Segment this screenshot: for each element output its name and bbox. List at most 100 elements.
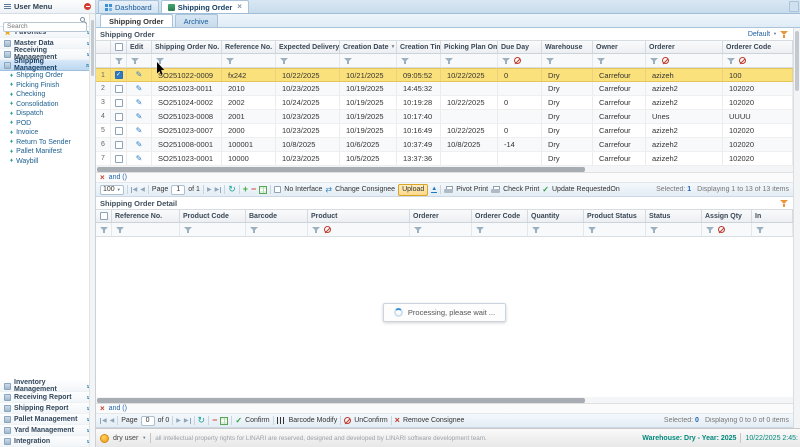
cell-shipping-order-no[interactable]: SO251023-0007 (152, 124, 222, 137)
cell-orderer[interactable]: azizeh2 (646, 138, 723, 151)
filter-cell[interactable] (584, 223, 646, 236)
col-shipping-order-no[interactable]: Shipping Order No. (152, 41, 222, 53)
cell-orderer[interactable]: azizeh2 (646, 152, 723, 165)
col-orderer[interactable]: Orderer (410, 210, 472, 222)
grid-icon[interactable] (220, 416, 229, 425)
table-row[interactable]: 1 ✎ SO251022-0009 fx242 10/22/2025 10/21… (96, 68, 793, 82)
cell-shipping-order-no[interactable]: SO251024-0002 (152, 96, 222, 109)
filter-funnel-icon[interactable] (588, 226, 597, 234)
cell-due-day[interactable] (498, 152, 542, 165)
row-select-cell[interactable] (111, 110, 127, 123)
check-print-button[interactable]: Check Print (503, 186, 539, 193)
cell-creation-time[interactable]: 10:17:40 (397, 110, 441, 123)
cell-shipping-order-no[interactable]: SO251023-0008 (152, 110, 222, 123)
cell-shipping-order-no[interactable]: SO251023-0001 (152, 152, 222, 165)
col-in[interactable]: In (752, 210, 793, 222)
filter-cell[interactable] (498, 54, 542, 67)
cell-due-day[interactable]: 0 (498, 96, 542, 109)
detail-horizontal-scrollbar[interactable] (96, 397, 793, 404)
scrollbar-thumb[interactable] (97, 398, 585, 403)
cell-warehouse[interactable]: Dry (542, 138, 593, 151)
cell-owner[interactable]: Carrefour (593, 138, 646, 151)
sidebar-item[interactable]: ♦ POD (0, 119, 95, 129)
cell-warehouse[interactable]: Dry (542, 96, 593, 109)
cell-creation-date[interactable]: 10/21/2025 (340, 69, 397, 81)
table-row[interactable]: 5 ✎ SO251023-0007 2000 10/23/2025 10/19/… (96, 124, 793, 138)
cell-picking-plan-on[interactable] (441, 110, 498, 123)
col-warehouse[interactable]: Warehouse (542, 41, 593, 53)
no-interface-label[interactable]: No Interface (284, 186, 322, 193)
cell-creation-date[interactable]: 10/19/2025 (340, 110, 397, 123)
cell-reference-no[interactable]: 10000 (222, 152, 276, 165)
filter-funnel-icon[interactable] (650, 226, 659, 234)
grid-icon[interactable] (259, 185, 268, 194)
subtab-archive[interactable]: Archive (174, 14, 218, 27)
row-checkbox[interactable] (114, 140, 123, 149)
tab-shipping-order[interactable]: Shipping Order × (160, 0, 249, 13)
cell-warehouse[interactable]: Dry (542, 69, 593, 81)
main-vertical-scrollbar[interactable] (793, 28, 800, 428)
filter-cell[interactable] (152, 54, 222, 67)
prev-page-button[interactable]: ◀ (140, 187, 145, 193)
filter-cell[interactable] (528, 223, 584, 236)
col-owner[interactable]: Owner (593, 41, 646, 53)
cell-creation-time[interactable]: 10:19:28 (397, 96, 441, 109)
filter-funnel-icon[interactable] (131, 57, 140, 65)
cell-expected-delivery-date[interactable]: 10/23/2025 (276, 82, 340, 95)
cell-orderer-code[interactable]: 102020 (723, 152, 793, 165)
sidebar-item[interactable]: ♦ Return To Sender (0, 138, 95, 148)
logout-icon[interactable] (84, 3, 91, 10)
filter-funnel-icon[interactable] (546, 57, 555, 65)
row-select-cell[interactable] (111, 124, 127, 137)
cell-expected-delivery-date[interactable]: 10/23/2025 (276, 124, 340, 137)
subtab-shipping-order[interactable]: Shipping Order (100, 14, 173, 27)
cell-creation-time[interactable]: 10:16:49 (397, 124, 441, 137)
cell-due-day[interactable]: 0 (498, 124, 542, 137)
cell-creation-date[interactable]: 10/6/2025 (340, 138, 397, 151)
page-input[interactable]: 0 (140, 415, 155, 426)
current-user[interactable]: dry user (113, 435, 138, 442)
cell-picking-plan-on[interactable]: 10/22/2025 (441, 96, 498, 109)
cell-owner[interactable]: Carrefour (593, 96, 646, 109)
cell-expected-delivery-date[interactable]: 10/22/2025 (276, 69, 340, 81)
row-edit-cell[interactable]: ✎ (127, 138, 152, 151)
edit-icon[interactable]: ✎ (136, 154, 143, 163)
cell-creation-date[interactable]: 10/19/2025 (340, 124, 397, 137)
clear-filter-icon[interactable] (662, 57, 669, 64)
filter-funnel-icon[interactable] (115, 57, 124, 65)
col-product-status[interactable]: Product Status (584, 210, 646, 222)
filter-funnel-icon[interactable] (226, 57, 235, 65)
col-reference-no[interactable]: Reference No. (222, 41, 276, 53)
cell-orderer-code[interactable]: 102020 (723, 138, 793, 151)
cell-expected-delivery-date[interactable]: 10/23/2025 (276, 152, 340, 165)
update-requestedon-button[interactable]: Update RequestedOn (552, 186, 620, 193)
view-selector[interactable]: Default (748, 31, 770, 38)
sidebar-group-shipping-management[interactable]: Shipping Management » (0, 58, 95, 72)
cell-expected-delivery-date[interactable]: 10/8/2025 (276, 138, 340, 151)
cell-expected-delivery-date[interactable]: 10/24/2025 (276, 96, 340, 109)
col-quantity[interactable]: Quantity (528, 210, 584, 222)
scrollbar-thumb[interactable] (97, 167, 585, 172)
cell-due-day[interactable] (498, 82, 542, 95)
filter-cell[interactable] (96, 223, 112, 236)
prev-page-button[interactable]: ◀ (110, 418, 115, 424)
cell-reference-no[interactable]: 2002 (222, 96, 276, 109)
filter-active-icon[interactable] (780, 199, 789, 207)
sidebar-group[interactable]: Pallet Management » (0, 414, 95, 425)
sidebar-item[interactable]: ♦ Checking (0, 90, 95, 100)
filter-funnel-icon[interactable] (116, 226, 125, 234)
filter-cell[interactable] (752, 223, 793, 236)
filter-funnel-icon[interactable] (502, 57, 511, 65)
cell-picking-plan-on[interactable] (441, 82, 498, 95)
filter-cell[interactable] (308, 223, 410, 236)
edit-icon[interactable]: ✎ (136, 140, 143, 149)
search-input[interactable] (3, 21, 87, 32)
cell-reference-no[interactable]: fx242 (222, 69, 276, 81)
cell-shipping-order-no[interactable]: SO251022-0009 (152, 69, 222, 81)
sidebar-scrollbar[interactable] (89, 14, 95, 447)
next-page-button[interactable]: ▶ (207, 187, 212, 193)
scrollbar-thumb[interactable] (795, 31, 799, 91)
first-page-button[interactable]: ◀ (100, 417, 107, 424)
tab-dashboard[interactable]: Dashboard (98, 0, 159, 13)
sidebar-group[interactable]: Inventory Management » (0, 379, 95, 393)
